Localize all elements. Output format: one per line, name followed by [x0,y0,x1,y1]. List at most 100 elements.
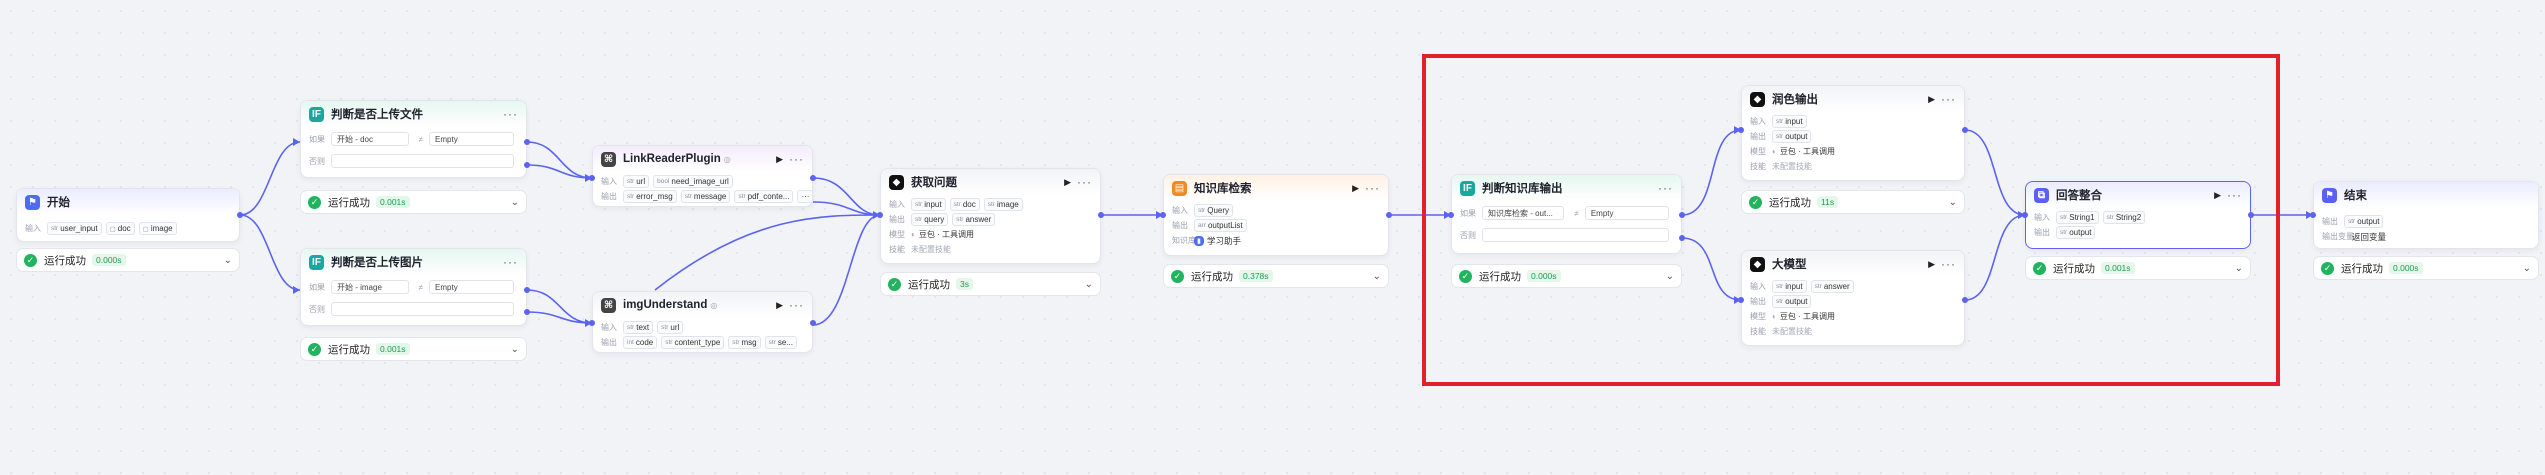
run-icon[interactable]: ▶ [1064,177,1071,188]
node-condition-image[interactable]: IF 判断是否上传图片 ··· 如果 开始 - image ≠ Empty 否则 [300,248,527,326]
more-icon[interactable]: ··· [789,152,804,166]
more-icon[interactable]: ··· [503,255,518,269]
param-chip: str msg [728,336,761,349]
output-port[interactable] [1386,212,1392,218]
node-start[interactable]: ⚑ 开始 输入 str user_input ▢ doc ▢ image [16,188,240,242]
run-icon[interactable]: ▶ [776,300,783,311]
badge-icon: ◎ [710,300,718,310]
model-name: 豆包 · 工具调用 [918,230,974,239]
chevron-down-icon[interactable]: ⌄ [511,344,519,355]
node-title: 判断是否上传图片 [331,257,423,269]
else-box [331,302,514,316]
output-label: 输出 [1172,221,1188,230]
output-port[interactable] [524,162,530,168]
param-chip: str output [2344,215,2384,228]
skills-label: 技能 [889,245,905,254]
model-label: 模型 [889,230,905,239]
param-chip: str query [911,213,949,226]
start-icon: ⚑ [25,194,40,210]
chevron-down-icon[interactable]: ⌄ [224,255,232,266]
run-time: 0.378s [1239,270,1273,282]
param-chip: str pdf_conte... [734,190,794,203]
condition-variable: 开始 - image [331,280,409,294]
input-port[interactable] [589,320,595,326]
run-icon[interactable]: ▶ [1352,183,1359,194]
kb-name: 学习助手 [1207,235,1242,246]
node-knowledge-search[interactable]: ▤ 知识库检索 ▶ ··· 输入 str Query 输出 arr outputLi… [1163,174,1389,256]
llm-icon: ◆ [889,174,904,190]
run-time: 0.001s [376,196,410,208]
node-linkreader-plugin[interactable]: ⌘ LinkReaderPlugin ◎ ▶ ··· 输入 str url boo… [592,145,814,207]
node-header: ◆ 获取问题 ▶ ··· [881,169,1100,195]
output-port[interactable] [1098,212,1104,218]
node-get-question[interactable]: ◆ 获取问题 ▶ ··· 输入 str input str doc str image… [880,168,1101,264]
run-status[interactable]: ✓ 运行成功 0.378s ⌄ [1163,264,1389,288]
param-chip: bool need_image_url [653,175,733,188]
node-imgunderstand-plugin[interactable]: ⌘ imgUnderstand ◎ ▶ ··· 输入 str text str ur… [592,291,813,353]
param-chip: str text [623,321,654,334]
else-label: 否则 [309,156,325,166]
node-end[interactable]: ⚑ 结束 输出 str output 输出变量 返回变量 [2313,181,2539,249]
operator: ≠ [418,282,424,292]
output-label: 输出 [601,338,617,347]
chevron-down-icon[interactable]: ⌄ [511,197,519,208]
param-chip: str Query [1194,204,1234,217]
output-port[interactable] [237,212,243,218]
output-label: 输出 [601,192,617,201]
output-port[interactable] [810,320,816,326]
status-text: 运行成功 [328,196,370,209]
more-icon[interactable]: ··· [503,107,518,121]
output-port[interactable] [524,139,530,145]
status-text: 运行成功 [1191,270,1233,283]
success-icon: ✓ [308,342,321,356]
status-text: 运行成功 [908,278,950,291]
more-icon[interactable]: ··· [1077,175,1092,189]
run-status[interactable]: ✓ 运行成功 0.000s ⌄ [16,248,240,272]
run-icon[interactable]: ▶ [776,154,783,165]
node-title: 判断是否上传文件 [331,109,423,121]
output-label: 输出 [889,215,905,224]
run-time: 0.001s [376,343,410,355]
param-chip: str user_input [47,222,102,235]
node-title: 知识库检索 [1194,183,1252,195]
node-header: ⌘ imgUnderstand ◎ ▶ ··· [593,292,812,318]
chevron-down-icon[interactable]: ⌄ [1085,279,1093,290]
output-port[interactable] [524,287,530,293]
param-chip: ▢ doc [105,222,135,235]
input-label: 输入 [601,177,617,186]
badge-icon: ◎ [723,154,731,164]
param-chip: str content_type [661,336,725,349]
output-label: 输出 [2322,217,2338,226]
run-time: 0.000s [92,254,126,266]
run-status[interactable]: ✓ 运行成功 0.001s ⌄ [300,190,527,214]
input-port[interactable] [2310,212,2316,218]
node-title: 获取问题 [911,177,957,189]
input-label: 输入 [25,224,41,233]
kb-icon: ▤ [1172,180,1187,196]
run-status[interactable]: ✓ 运行成功 0.001s ⌄ [300,337,527,361]
node-condition-file[interactable]: IF 判断是否上传文件 ··· 如果 开始 - doc ≠ Empty 否则 [300,100,527,178]
condition-value: Empty [429,280,514,294]
output-port[interactable] [524,309,530,315]
param-chip: str doc [949,198,980,211]
if-label: 如果 [309,282,325,292]
input-port[interactable] [877,212,883,218]
param-chip: str url [623,175,650,188]
input-port[interactable] [1160,212,1166,218]
chevron-down-icon[interactable]: ⌄ [2523,263,2531,274]
run-status[interactable]: ✓ 运行成功 0.000s ⌄ [2313,256,2539,280]
end-icon: ⚑ [2322,187,2337,203]
run-status[interactable]: ✓ 运行成功 3s ⌄ [880,272,1101,296]
param-chip: str image [983,198,1023,211]
param-chip: str error_msg [623,190,677,203]
input-label: 输入 [601,323,617,332]
output-var-value: 返回变量 [2352,231,2387,242]
more-icon[interactable]: ··· [1365,181,1380,195]
output-port[interactable] [810,175,816,181]
success-icon: ✓ [24,253,37,267]
input-port[interactable] [589,175,595,181]
more-params[interactable]: ··· [797,190,814,203]
chevron-down-icon[interactable]: ⌄ [1373,271,1381,282]
more-icon[interactable]: ··· [789,298,804,312]
model-icon: ◐ [911,230,916,239]
